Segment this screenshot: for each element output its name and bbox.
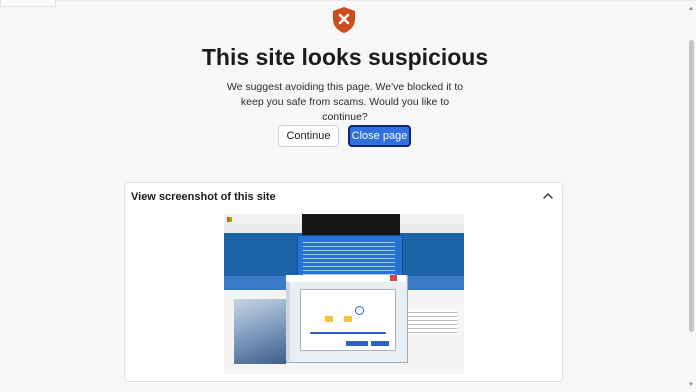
continue-button[interactable]: Continue	[278, 125, 339, 147]
scroll-down-arrow-icon[interactable]: ▼	[688, 382, 694, 388]
screenshot-dialog-button	[346, 341, 368, 346]
scroll-up-arrow-icon[interactable]: ▲	[688, 6, 694, 12]
screenshot-text-lines	[402, 309, 457, 334]
site-screenshot-image	[224, 214, 464, 374]
folder-icon	[344, 316, 352, 322]
screenshot-dialog-button	[371, 341, 389, 346]
folder-icon	[325, 316, 333, 322]
shield-x-icon	[333, 7, 355, 33]
screenshot-window-sidebar	[286, 282, 290, 361]
screenshot-black-popup	[302, 214, 400, 235]
window-top-edge	[0, 0, 696, 1]
screenshot-photo	[234, 299, 286, 364]
warning-description: We suggest avoiding this page. We've blo…	[226, 81, 464, 123]
microsoft-logo-icon	[227, 217, 232, 222]
page-title: This site looks suspicious	[201, 44, 489, 70]
screenshot-link-line	[310, 332, 386, 334]
lock-icon	[355, 306, 364, 315]
screenshot-window-close-icon	[390, 275, 397, 281]
close-page-button[interactable]: Close page	[348, 125, 411, 147]
screenshot-panel: View screenshot of this site	[124, 182, 563, 382]
screenshot-window-titlebar	[286, 275, 406, 282]
chevron-up-icon[interactable]	[542, 191, 554, 201]
scrollbar-thumb[interactable]	[689, 40, 694, 332]
tab-stub[interactable]	[0, 0, 56, 7]
screenshot-panel-title[interactable]: View screenshot of this site	[131, 191, 276, 203]
